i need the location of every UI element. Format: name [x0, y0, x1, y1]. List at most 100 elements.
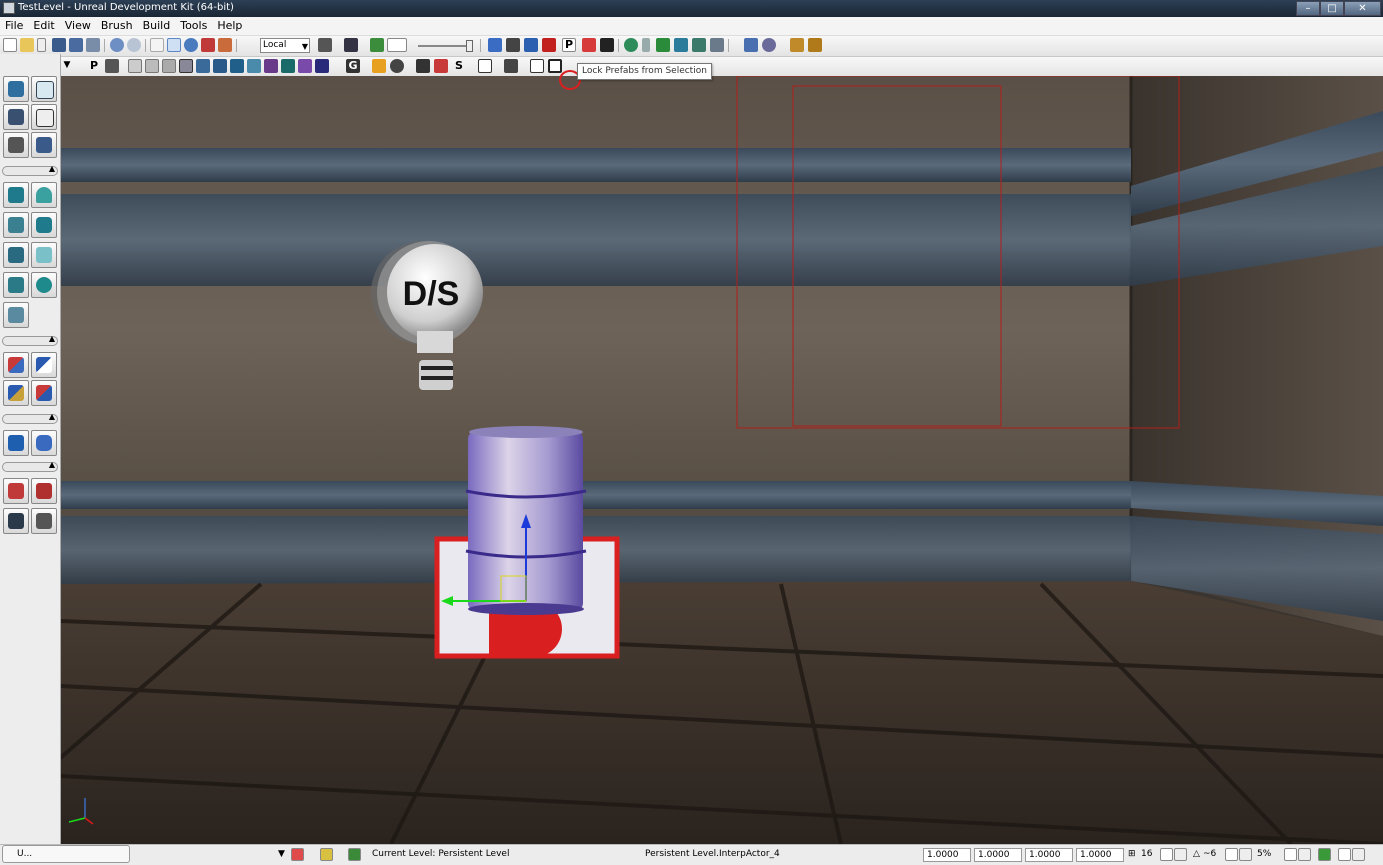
color-swatch[interactable] — [387, 38, 407, 52]
coord-system-select[interactable]: Local ▼ — [260, 38, 310, 53]
wireframe-icon[interactable] — [128, 59, 142, 73]
green-sphere-icon[interactable] — [624, 38, 638, 52]
speed-slider-knob[interactable] — [466, 40, 473, 52]
level-visibility-icon[interactable] — [291, 848, 304, 861]
save-as-icon[interactable] — [86, 38, 100, 52]
scale-snap-value[interactable]: 5% — [1257, 849, 1271, 859]
lock-prefabs-button[interactable]: P — [562, 38, 576, 52]
lightmap-density-icon[interactable] — [298, 59, 312, 73]
menu-brush[interactable]: Brush — [96, 17, 138, 35]
recent-dropdown-icon[interactable] — [37, 38, 46, 52]
drag-grid-x[interactable]: 1.0000 — [923, 848, 971, 862]
sheet-brush-tool[interactable] — [31, 242, 57, 268]
reflections-icon[interactable] — [315, 59, 329, 73]
streaming-icon[interactable] — [416, 59, 430, 73]
black-square-icon[interactable] — [600, 38, 614, 52]
undo-icon[interactable] — [110, 38, 124, 52]
speed-slider-track[interactable] — [418, 45, 468, 47]
path-build-icon[interactable] — [656, 38, 670, 52]
drag-grid-w[interactable]: 1.0000 — [1076, 848, 1124, 862]
drag-grid-z[interactable]: 1.0000 — [1025, 848, 1073, 862]
realtime-icon[interactable] — [105, 59, 119, 73]
build-all-icon[interactable] — [710, 38, 724, 52]
find-icon[interactable] — [318, 38, 332, 52]
level-lock-icon[interactable] — [434, 59, 448, 73]
terrain-mode-tool[interactable] — [3, 104, 29, 130]
rotation-snap-dropdown[interactable] — [1239, 848, 1252, 861]
level-browser-icon[interactable] — [348, 848, 361, 861]
small-marker-icon[interactable] — [642, 38, 650, 52]
scale-snap-dropdown[interactable] — [1298, 848, 1311, 861]
play-in-viewport-icon[interactable] — [744, 38, 758, 52]
camera-icon[interactable] — [524, 38, 538, 52]
menu-edit[interactable]: Edit — [28, 17, 59, 35]
brushes-group-header[interactable]: ▲ — [2, 164, 58, 176]
autosave-icon[interactable] — [1318, 848, 1331, 861]
select-mode-icon[interactable] — [150, 38, 164, 52]
lit-icon[interactable] — [196, 59, 210, 73]
csg-subtract-tool[interactable] — [31, 352, 57, 378]
linear-stair-tool[interactable] — [3, 242, 29, 268]
grid-snap-checkbox[interactable] — [1160, 848, 1173, 861]
scale-mode-icon[interactable] — [201, 38, 215, 52]
menu-file[interactable]: File — [0, 17, 28, 35]
save-icon[interactable] — [52, 38, 66, 52]
show-selected-tool[interactable] — [3, 478, 29, 504]
volumetric-brush-tool[interactable] — [3, 302, 29, 328]
red-stop-icon[interactable] — [542, 38, 556, 52]
geometry-mode-tool[interactable] — [31, 76, 57, 102]
show-all-tool[interactable] — [31, 508, 57, 534]
open-folder-icon[interactable] — [20, 38, 34, 52]
drag-grid-y[interactable]: 1.0000 — [974, 848, 1022, 862]
csg-add-tool[interactable] — [3, 352, 29, 378]
scale-snap-checkbox[interactable] — [1284, 848, 1297, 861]
content-browser-icon[interactable] — [488, 38, 502, 52]
hide-selected-tool[interactable] — [31, 478, 57, 504]
level-lock-status-icon[interactable] — [320, 848, 333, 861]
detail-lighting-icon[interactable] — [213, 59, 227, 73]
translate-mode-icon[interactable] — [167, 38, 181, 52]
redo-icon[interactable] — [127, 38, 141, 52]
matinee-icon[interactable] — [506, 38, 520, 52]
rotate-mode-icon[interactable] — [184, 38, 198, 52]
cube-brush-tool[interactable] — [3, 182, 29, 208]
vertex-snap-dropdown[interactable] — [1352, 848, 1365, 861]
cinematic-icon[interactable] — [504, 59, 518, 73]
person-alt-icon[interactable] — [808, 38, 822, 52]
eye-icon[interactable] — [390, 59, 404, 73]
nonuniform-scale-icon[interactable] — [218, 38, 232, 52]
game-view-button[interactable]: G — [346, 59, 360, 73]
select-inverse-tool[interactable] — [3, 508, 29, 534]
csg-intersect-tool[interactable] — [3, 380, 29, 406]
light-complexity-icon[interactable] — [247, 59, 261, 73]
maximize-viewport-icon[interactable] — [548, 59, 562, 73]
float-viewport-icon[interactable] — [530, 59, 544, 73]
level-dropdown-arrow[interactable]: ▼ — [278, 849, 285, 859]
lock-icon[interactable] — [372, 59, 386, 73]
s-button[interactable]: S — [452, 59, 466, 73]
kismet-icon[interactable] — [344, 38, 358, 52]
play-on-pc-icon[interactable] — [762, 38, 776, 52]
sphere-brush-tool[interactable] — [31, 272, 57, 298]
brush-wire-icon[interactable] — [145, 59, 159, 73]
new-file-icon[interactable] — [3, 38, 17, 52]
lighting-build-icon[interactable] — [692, 38, 706, 52]
viewport-options-dropdown[interactable]: ▼ — [62, 59, 72, 73]
rotation-snap-value[interactable]: ~6 — [1203, 849, 1216, 859]
volumes-group-header[interactable]: ▲ — [2, 412, 58, 424]
curved-stair-tool[interactable] — [3, 212, 29, 238]
menu-view[interactable]: View — [60, 17, 96, 35]
unlit-icon[interactable] — [179, 59, 193, 73]
csg-group-header[interactable]: ▲ — [2, 334, 58, 346]
texture-align-tool[interactable] — [31, 132, 57, 158]
menu-build[interactable]: Build — [138, 17, 176, 35]
move-mode-tool[interactable] — [31, 104, 57, 130]
visibility-group-header[interactable]: ▲ — [2, 460, 58, 472]
camera-mode-tool[interactable] — [3, 76, 29, 102]
perspective-viewport[interactable]: D/S — [61, 76, 1383, 844]
add-volume-tool[interactable] — [3, 430, 29, 456]
add-special-tool[interactable] — [31, 430, 57, 456]
mesh-paint-tool[interactable] — [3, 132, 29, 158]
menu-tools[interactable]: Tools — [175, 17, 212, 35]
grid-snap-dropdown[interactable] — [1174, 848, 1187, 861]
